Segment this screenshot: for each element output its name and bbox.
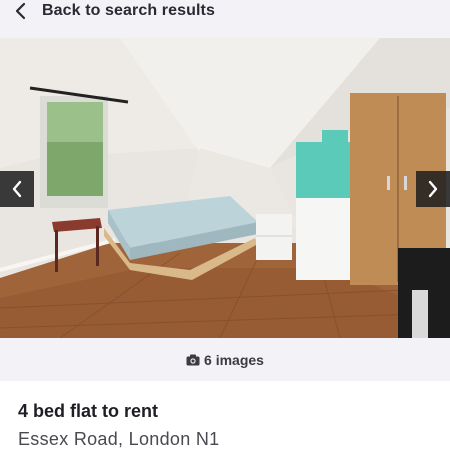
previous-image-button[interactable] [0, 171, 34, 207]
chevron-left-icon [12, 180, 22, 198]
chevron-right-icon [428, 180, 438, 198]
back-to-search-button[interactable]: Back to search results [12, 0, 215, 22]
listing-title: 4 bed flat to rent [18, 401, 159, 421]
top-bar: Back to search results [0, 0, 450, 38]
image-count-bar: 6 images [0, 338, 450, 381]
next-image-button[interactable] [416, 171, 450, 207]
image-count-button[interactable]: 6 images [186, 352, 264, 368]
photo-gallery[interactable] [0, 38, 450, 338]
image-count-label: 6 images [204, 351, 264, 368]
chevron-left-icon [15, 2, 26, 20]
back-to-search-label: Back to search results [42, 2, 215, 19]
camera-icon [186, 354, 200, 365]
listing-address: Essex Road, London N1 [18, 429, 220, 449]
property-photo[interactable] [0, 38, 450, 338]
